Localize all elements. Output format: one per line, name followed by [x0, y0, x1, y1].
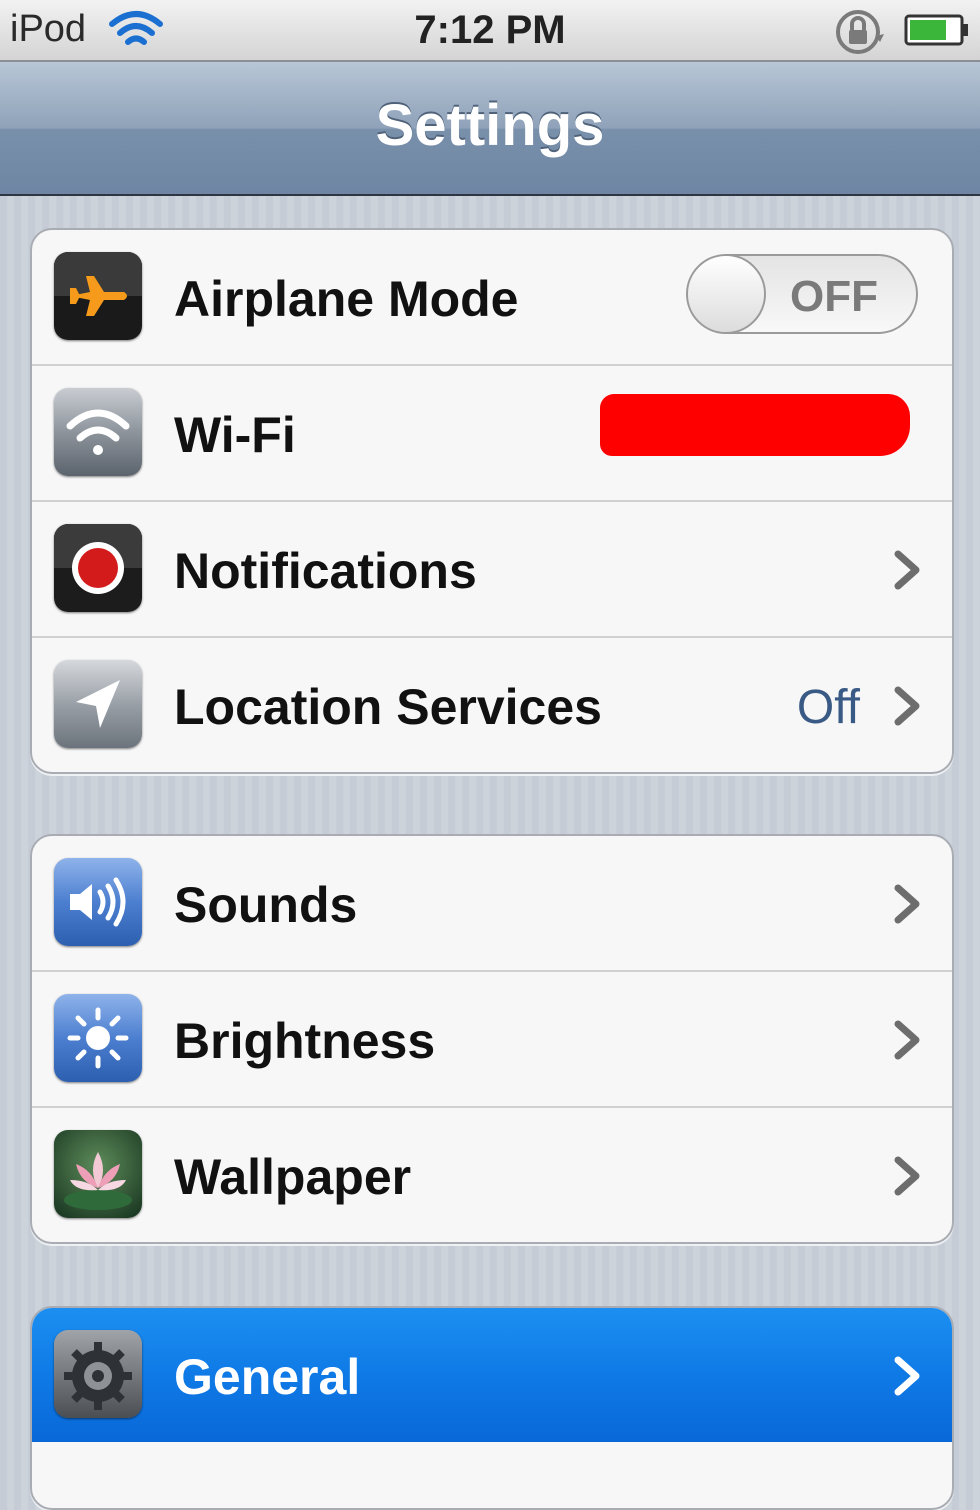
chevron-right-icon — [894, 686, 920, 726]
location-services-value: Off — [796, 681, 860, 734]
chevron-right-icon — [894, 550, 920, 590]
battery-icon — [904, 14, 968, 46]
sun-icon — [54, 994, 142, 1082]
settings-group-general: General — [30, 1306, 954, 1510]
rotation-lock-icon — [836, 10, 884, 54]
settings-group-display: Sounds Brightness Wallpaper — [30, 834, 954, 1244]
brightness-label: Brightness — [174, 1013, 436, 1069]
location-services-label: Location Services — [174, 679, 602, 735]
location-arrow-icon — [54, 660, 142, 748]
chevron-right-icon — [894, 1156, 920, 1196]
status-bar: iPod 7:12 PM — [0, 0, 980, 62]
chevron-right-icon — [894, 884, 920, 924]
airplane-icon — [54, 252, 142, 340]
general-label: General — [174, 1349, 361, 1405]
notifications-label: Notifications — [174, 543, 477, 599]
row-wifi[interactable]: Wi-Fi — [32, 366, 952, 502]
row-general[interactable]: General — [32, 1308, 952, 1442]
wifi-label: Wi-Fi — [174, 407, 296, 463]
page-title: Settings — [375, 93, 605, 158]
speaker-icon — [54, 858, 142, 946]
notifications-icon — [54, 524, 142, 612]
row-wallpaper[interactable]: Wallpaper — [32, 1108, 952, 1242]
row-airplane-mode[interactable]: Airplane Mode OFF — [32, 230, 952, 366]
chevron-right-icon — [894, 1356, 920, 1396]
navigation-bar: Settings — [0, 62, 980, 196]
toggle-state-label: OFF — [790, 272, 878, 321]
row-sounds[interactable]: Sounds — [32, 836, 952, 972]
gear-icon — [54, 1330, 142, 1418]
row-brightness[interactable]: Brightness — [32, 972, 952, 1108]
redacted-network-name — [600, 394, 910, 456]
settings-group-connectivity: Airplane Mode OFF Wi-Fi Notifications Lo… — [30, 228, 954, 774]
sounds-label: Sounds — [174, 877, 358, 933]
toggle-knob — [688, 256, 766, 332]
row-location-services[interactable]: Location Services Off — [32, 638, 952, 772]
airplane-mode-label: Airplane Mode — [174, 271, 519, 327]
chevron-right-icon — [894, 1020, 920, 1060]
wifi-icon — [54, 388, 142, 476]
airplane-mode-toggle[interactable]: OFF — [686, 254, 918, 334]
lotus-flower-icon — [54, 1130, 142, 1218]
wallpaper-label: Wallpaper — [174, 1149, 412, 1205]
row-notifications[interactable]: Notifications — [32, 502, 952, 638]
